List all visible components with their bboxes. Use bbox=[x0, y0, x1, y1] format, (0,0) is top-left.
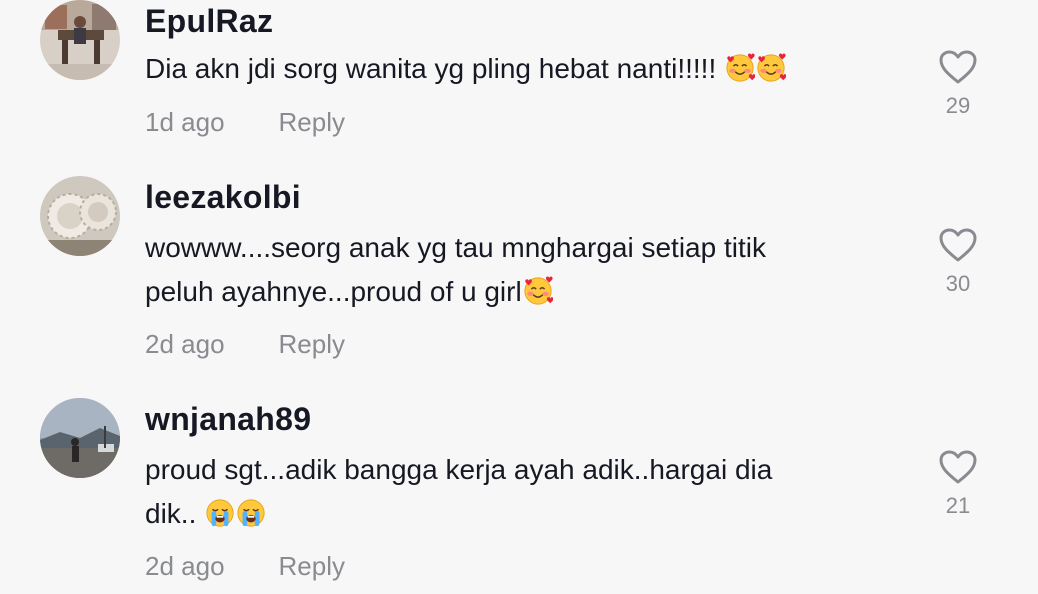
comment-list: EpulRaz Dia akn jdi sorg wanita yg pling… bbox=[0, 0, 1038, 594]
comment-text-line: proud sgt...adik bangga kerja ayah adik.… bbox=[145, 454, 773, 485]
comment-username[interactable]: EpulRaz bbox=[145, 3, 273, 40]
smiling-face-with-hearts-icon bbox=[523, 276, 553, 306]
reply-button[interactable]: Reply bbox=[279, 107, 345, 138]
comment-timestamp: 1d ago bbox=[145, 107, 225, 137]
heart-icon[interactable] bbox=[938, 449, 978, 485]
like-count: 29 bbox=[945, 93, 971, 118]
comment-timestamp: 2d ago bbox=[145, 329, 225, 359]
comment-username[interactable]: wnjanah89 bbox=[145, 401, 311, 438]
comment-text-line: Dia akn jdi sorg wanita yg pling hebat n… bbox=[145, 47, 875, 91]
comment-meta: 1d ago Reply bbox=[145, 107, 345, 138]
comment-item: wnjanah89 proud sgt...adik bangga kerja … bbox=[0, 398, 1038, 594]
comment-meta: 2d ago Reply bbox=[145, 329, 345, 360]
avatar-image bbox=[40, 0, 120, 80]
like-control: 29 bbox=[938, 49, 978, 119]
heart-icon[interactable] bbox=[938, 227, 978, 263]
avatar[interactable] bbox=[40, 0, 120, 80]
comment-username[interactable]: leezakolbi bbox=[145, 179, 301, 216]
comment-item: leezakolbi wowww....seorg anak yg tau mn… bbox=[0, 176, 1038, 376]
comment-timestamp: 2d ago bbox=[145, 551, 225, 581]
comment-text: Dia akn jdi sorg wanita yg pling hebat n… bbox=[145, 47, 875, 91]
like-control: 30 bbox=[938, 227, 978, 297]
reply-button[interactable]: Reply bbox=[279, 329, 345, 360]
comment-meta: 2d ago Reply bbox=[145, 551, 345, 582]
heart-icon[interactable] bbox=[938, 49, 978, 85]
reply-button[interactable]: Reply bbox=[279, 551, 345, 582]
comment-text-line: peluh ayahnye...proud of u girl bbox=[145, 270, 875, 314]
comment-text-line: dik.. bbox=[145, 492, 875, 536]
loudly-crying-face-icon bbox=[236, 498, 266, 528]
smiling-face-with-hearts-icon bbox=[725, 53, 756, 83]
avatar[interactable] bbox=[40, 398, 120, 478]
like-control: 21 bbox=[938, 449, 978, 519]
like-count: 21 bbox=[945, 493, 971, 518]
comment-item: EpulRaz Dia akn jdi sorg wanita yg pling… bbox=[0, 0, 1038, 170]
avatar-image bbox=[40, 398, 120, 478]
comment-text-line: wowww....seorg anak yg tau mnghargai set… bbox=[145, 232, 766, 263]
avatar-image bbox=[40, 176, 120, 256]
loudly-crying-face-icon bbox=[205, 498, 235, 528]
like-count: 30 bbox=[945, 271, 971, 296]
comment-text: wowww....seorg anak yg tau mnghargai set… bbox=[145, 226, 875, 314]
avatar[interactable] bbox=[40, 176, 120, 256]
smiling-face-with-hearts-icon bbox=[756, 53, 787, 83]
comment-text: proud sgt...adik bangga kerja ayah adik.… bbox=[145, 448, 875, 536]
